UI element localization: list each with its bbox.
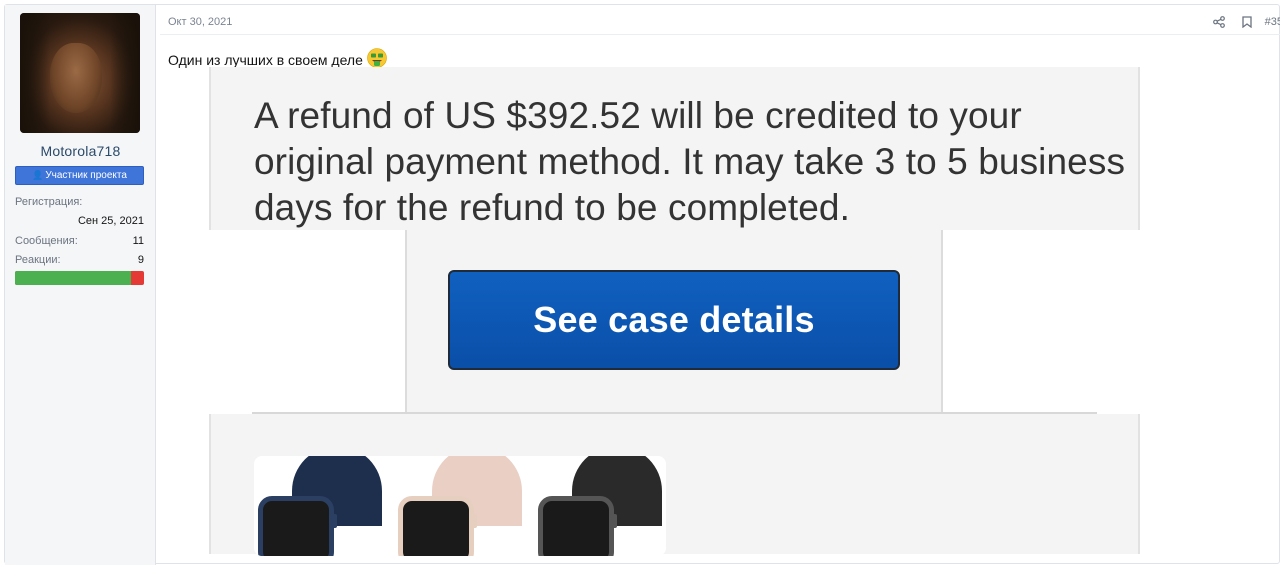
- stat-label-registration: Регистрация:: [15, 196, 83, 208]
- stat-value-registration: Сен 25, 2021: [77, 215, 144, 227]
- avatar-hair: [20, 13, 140, 133]
- watch-case-black: [538, 496, 614, 556]
- see-case-details-button: See case details: [448, 270, 900, 370]
- watch-crown-pink: [470, 514, 477, 528]
- post-actions: #35: [1201, 12, 1280, 32]
- stat-value-reactions: 9: [137, 254, 144, 266]
- message-text: Один из лучших в своем деле: [168, 51, 363, 68]
- product-panel: [209, 414, 1140, 556]
- watch-black: [534, 456, 666, 556]
- watch-pink: [394, 456, 544, 556]
- stat-value-messages: 11: [132, 235, 144, 247]
- user-title-badge: 👤 Участник проекта: [15, 166, 144, 185]
- header-divider: [160, 34, 1280, 35]
- attached-image[interactable]: A refund of US $392.52 will be credited …: [209, 67, 1180, 556]
- bookmark-icon[interactable]: [1237, 12, 1257, 32]
- reaction-positive-fill: [15, 271, 132, 285]
- reaction-score-bar: [15, 271, 144, 285]
- case-button-panel: See case details: [405, 230, 943, 413]
- user-icon: 👤: [32, 170, 44, 180]
- post-number-link[interactable]: #35: [1265, 16, 1280, 28]
- username-link[interactable]: Motorola718: [0, 143, 161, 159]
- badge-label: Участник проекта: [45, 170, 127, 181]
- watch-navy: [254, 456, 404, 556]
- watch-crown-black: [610, 514, 617, 528]
- share-icon[interactable]: [1209, 12, 1229, 32]
- watch-case-pink: [398, 496, 474, 556]
- watch-crown-navy: [330, 514, 337, 528]
- user-avatar[interactable]: [20, 13, 140, 133]
- refund-panel: A refund of US $392.52 will be credited …: [209, 67, 1140, 230]
- apple-watch-product-image: [254, 456, 666, 556]
- refund-notice-text: A refund of US $392.52 will be credited …: [254, 95, 1126, 228]
- post-date[interactable]: Окт 30, 2021: [168, 16, 232, 28]
- watch-case-navy: [258, 496, 334, 556]
